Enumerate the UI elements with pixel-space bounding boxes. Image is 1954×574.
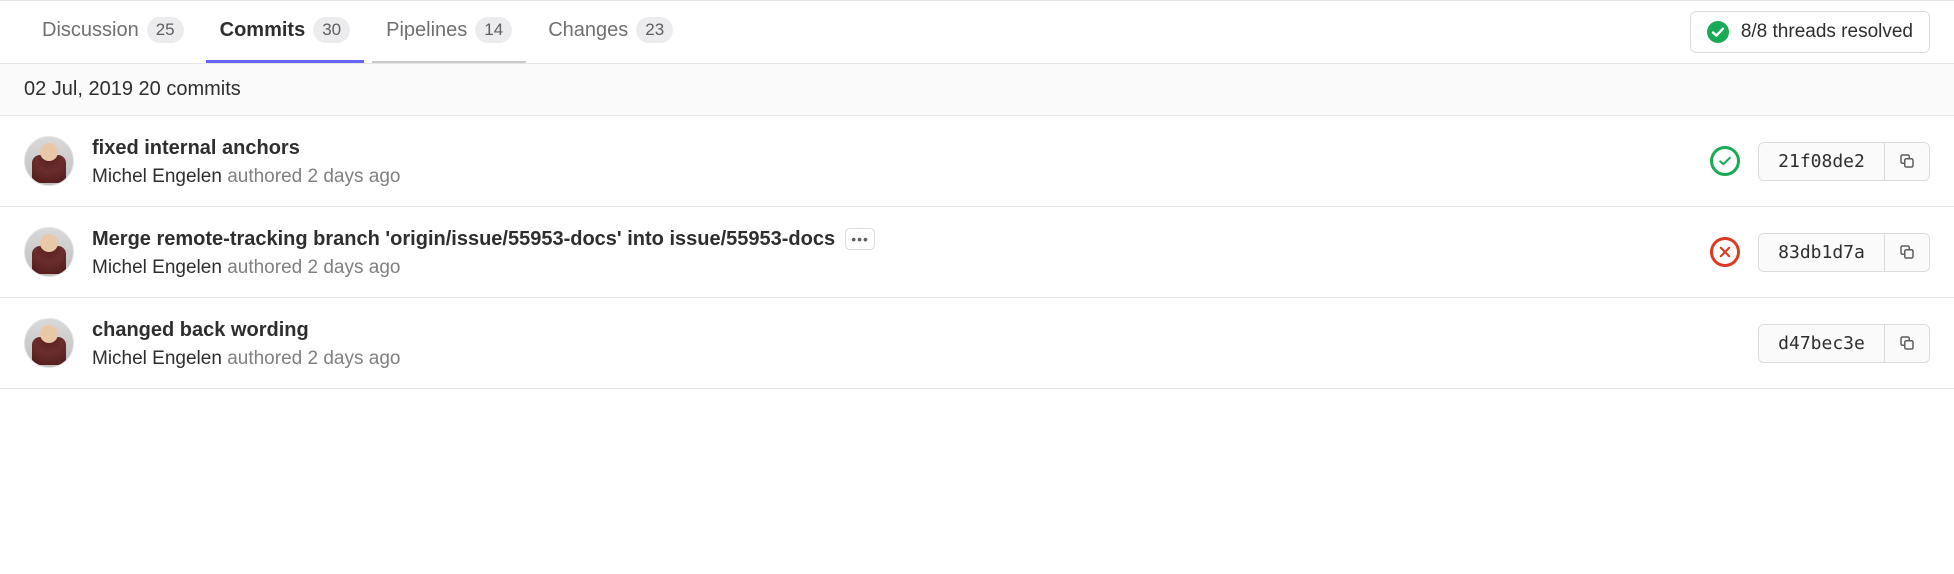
avatar[interactable] — [24, 318, 74, 368]
commit-time: 2 days ago — [308, 166, 401, 187]
threads-resolved-text: 8/8 threads resolved — [1741, 21, 1913, 43]
pipeline-status-failed-icon[interactable] — [1710, 237, 1740, 267]
commit-sha[interactable]: 21f08de2 — [1759, 143, 1885, 180]
commit-author[interactable]: Michel Engelen — [92, 257, 222, 278]
commits-date-header: 02 Jul, 2019 20 commits — [0, 63, 1954, 116]
commit-sha[interactable]: 83db1d7a — [1759, 234, 1885, 271]
tab-label: Discussion — [42, 19, 139, 42]
tab-count-badge: 14 — [475, 17, 512, 43]
tab-label: Changes — [548, 19, 628, 42]
tab-pipelines[interactable]: Pipelines 14 — [368, 1, 530, 63]
avatar[interactable] — [24, 227, 74, 277]
copy-icon — [1898, 243, 1916, 261]
commit-row: fixed internal anchors Michel Engelen au… — [0, 116, 1954, 207]
tab-count-badge: 23 — [636, 17, 673, 43]
avatar[interactable] — [24, 136, 74, 186]
copy-sha-button[interactable] — [1885, 234, 1929, 271]
commit-meta: Michel Engelen authored 2 days ago — [92, 257, 1694, 279]
authored-label: authored — [227, 348, 302, 369]
commit-time: 2 days ago — [308, 257, 401, 278]
tab-label: Pipelines — [386, 19, 467, 42]
tab-count-badge: 25 — [147, 17, 184, 43]
copy-icon — [1898, 152, 1916, 170]
tab-commits[interactable]: Commits 30 — [202, 1, 369, 63]
copy-sha-button[interactable] — [1885, 143, 1929, 180]
commit-title[interactable]: Merge remote-tracking branch 'origin/iss… — [92, 225, 835, 253]
commit-sha-group: d47bec3e — [1758, 324, 1930, 363]
authored-label: authored — [227, 166, 302, 187]
commit-author[interactable]: Michel Engelen — [92, 348, 222, 369]
commit-row: Merge remote-tracking branch 'origin/iss… — [0, 207, 1954, 298]
commit-sha-group: 83db1d7a — [1758, 233, 1930, 272]
commit-meta: Michel Engelen authored 2 days ago — [92, 166, 1694, 188]
commit-meta: Michel Engelen authored 2 days ago — [92, 348, 1742, 370]
copy-sha-button[interactable] — [1885, 325, 1929, 362]
mr-tabs-row: Discussion 25 Commits 30 Pipelines 14 Ch… — [0, 1, 1954, 63]
tab-changes[interactable]: Changes 23 — [530, 1, 691, 63]
tab-label: Commits — [220, 19, 306, 42]
commit-time: 2 days ago — [308, 348, 401, 369]
check-circle-icon — [1707, 21, 1729, 43]
tab-count-badge: 30 — [313, 17, 350, 43]
commit-sha[interactable]: d47bec3e — [1759, 325, 1885, 362]
commit-title[interactable]: changed back wording — [92, 316, 309, 344]
commit-sha-group: 21f08de2 — [1758, 142, 1930, 181]
threads-resolved-pill[interactable]: 8/8 threads resolved — [1690, 11, 1930, 53]
expand-commit-message-button[interactable]: ••• — [845, 228, 875, 250]
tab-discussion[interactable]: Discussion 25 — [24, 1, 202, 63]
commit-title[interactable]: fixed internal anchors — [92, 134, 300, 162]
pipeline-status-success-icon[interactable] — [1710, 146, 1740, 176]
mr-tabs: Discussion 25 Commits 30 Pipelines 14 Ch… — [24, 1, 691, 63]
authored-label: authored — [227, 257, 302, 278]
commit-author[interactable]: Michel Engelen — [92, 166, 222, 187]
copy-icon — [1898, 334, 1916, 352]
commit-row: changed back wording Michel Engelen auth… — [0, 298, 1954, 389]
